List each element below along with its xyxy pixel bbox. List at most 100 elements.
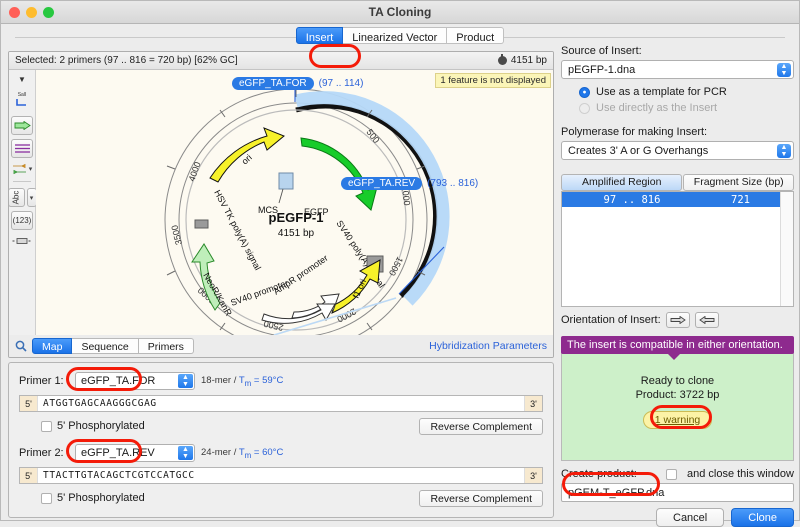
primer-callout-forward-label: eGFP_TA.FOR — [232, 77, 314, 90]
chevron-updown-icon[interactable]: ▲ ▼ — [178, 446, 193, 460]
primer-1-sequence[interactable]: ATGGTGAGCAAGGGCGAG — [38, 396, 524, 411]
chevron-updown-icon[interactable]: ▲ ▼ — [777, 144, 791, 158]
column-header-fragment-size[interactable]: Fragment Size (bp) — [683, 174, 794, 191]
primer-pair-icon[interactable]: ▾ — [11, 162, 33, 175]
primer-1-five-prime-cap: 5' — [20, 396, 38, 411]
primer-1-tm: Tm = 59°C — [238, 374, 284, 388]
radio-use-directly-icon — [579, 102, 590, 114]
primer-1-row: Primer 1: eGFP_TA.FOR ▲ ▼ 18-mer / Tm = 5… — [19, 371, 543, 391]
source-of-insert-value: pEGFP-1.dna — [568, 63, 636, 76]
primer-2-sequence[interactable]: TTACTTGTACAGCTCGTCCATGCC — [38, 468, 524, 483]
primer-1-name-combo[interactable]: eGFP_TA.FOR ▲ ▼ — [75, 372, 195, 390]
feature-egfp — [300, 137, 378, 211]
feature-grey-box-left — [194, 219, 209, 229]
product-name-input[interactable]: pGEM-T_eGFP.dna — [561, 483, 794, 502]
primer-2-name-combo[interactable]: eGFP_TA.REV ▲ ▼ — [75, 444, 195, 462]
orientation-forward-button[interactable] — [665, 312, 690, 328]
plasmid-length-group: 4151 bp — [497, 54, 547, 66]
hybridization-parameters-link[interactable]: Hybridization Parameters — [429, 340, 547, 352]
tick-3500: 3500 — [169, 224, 184, 246]
title-bar: TA Cloning — [1, 1, 799, 24]
tab-product[interactable]: Product — [447, 27, 505, 44]
cell-amplified-region: 97 .. 816 — [603, 193, 661, 206]
primer-1-phosphorylated-checkbox[interactable] — [41, 420, 52, 432]
window-title: TA Cloning — [368, 5, 432, 19]
translation-icon[interactable] — [11, 139, 33, 158]
tool-divider — [13, 181, 31, 182]
plasmid-map-canvas[interactable]: 1 feature is not displayed 500 1000 1500… — [36, 70, 553, 335]
plasmid-size: 4151 bp — [278, 228, 315, 239]
primer-callout-forward[interactable]: eGFP_TA.FOR (97 .. 114) — [232, 77, 363, 90]
view-tab-map[interactable]: Map — [32, 338, 73, 354]
ta-cloning-window: TA Cloning Insert Linearized Vector Prod… — [0, 0, 800, 527]
primer-2-reverse-complement-button[interactable]: Reverse Complement — [419, 489, 543, 507]
orientation-of-insert-row: Orientation of Insert: — [561, 312, 794, 328]
tab-linearized-vector[interactable]: Linearized Vector — [343, 27, 448, 44]
primer-2-phosphorylated-label: 5' Phosphorylated — [57, 492, 145, 504]
primer-2-tm: Tm = 60°C — [238, 446, 284, 460]
primer-1-length: 18-mer — [201, 374, 232, 386]
feature-ori: ori — [209, 127, 285, 183]
column-header-amplified-region[interactable]: Amplified Region — [561, 174, 683, 191]
abc-text-icon[interactable]: Abc — [9, 188, 25, 207]
selection-status-bar: Selected: 2 primers (97 .. 816 = 720 bp)… — [9, 52, 553, 70]
radio-use-as-template-row[interactable]: Use as a template for PCR — [579, 86, 794, 98]
create-product-row: Create product: and close this window — [561, 468, 794, 480]
primer-callout-forward-range: (97 .. 114) — [318, 78, 364, 89]
chevron-updown-icon[interactable]: ▲ ▼ — [777, 63, 791, 77]
map-body: ▼ SalI ▾ Abc ▾ (123) 1 feature is not di… — [9, 70, 553, 335]
orientation-of-insert-label: Orientation of Insert: — [561, 314, 661, 326]
primer-callout-reverse-label: eGFP_TA.REV — [341, 177, 423, 190]
primer-1-phosphorylated-label: 5' Phosphorylated — [57, 420, 145, 432]
enzyme-sall-icon[interactable]: SalI — [11, 90, 33, 112]
amplified-region-table-header: Amplified Region Fragment Size (bp) — [561, 174, 794, 191]
primer-2-phosphorylated-checkbox[interactable] — [41, 492, 52, 504]
orientation-reverse-button[interactable] — [694, 312, 719, 328]
view-tab-primers[interactable]: Primers — [138, 338, 194, 354]
ready-to-clone-text: Ready to clone — [640, 374, 715, 387]
cancel-button[interactable]: Cancel — [656, 508, 725, 527]
radio-use-directly-row: Use directly as the Insert — [579, 102, 794, 114]
tick-4000: 4000 — [186, 160, 202, 182]
primer-1-reverse-complement-button[interactable]: Reverse Complement — [419, 417, 543, 435]
feature-not-displayed-note: 1 feature is not displayed — [435, 73, 551, 88]
tab-list: Insert Linearized Vector Product — [1, 27, 799, 44]
and-close-checkbox[interactable] — [665, 468, 677, 480]
abc-dropdown-icon[interactable]: ▾ — [26, 188, 37, 207]
polymerase-label: Polymerase for making Insert: — [561, 126, 708, 138]
left-column: Selected: 2 primers (97 .. 816 = 720 bp)… — [8, 51, 554, 518]
chevron-updown-icon[interactable]: ▲ ▼ — [178, 374, 193, 388]
clone-button[interactable]: Clone — [731, 508, 794, 527]
numbers-icon[interactable]: (123) — [11, 211, 33, 230]
tick-500: 500 — [364, 127, 381, 145]
dialog-button-row: Cancel Clone — [561, 508, 794, 527]
tab-insert[interactable]: Insert — [295, 27, 344, 44]
radio-use-as-template-icon[interactable] — [579, 86, 590, 98]
primer-2-three-prime-cap: 3' — [524, 468, 542, 483]
primer-callout-reverse[interactable]: eGFP_TA.REV (793 .. 816) — [341, 177, 478, 190]
primer-2-sequence-box[interactable]: 5' TTACTTGTACAGCTCGTCCATGCC 3' — [19, 467, 543, 484]
filter-icon[interactable]: ▼ — [11, 73, 33, 86]
search-icon[interactable] — [15, 340, 27, 352]
feature-arrow-icon[interactable] — [11, 116, 33, 135]
primers-panel: Primer 1: eGFP_TA.FOR ▲ ▼ 18-mer / Tm = 5… — [8, 362, 554, 518]
amplified-region-list[interactable]: 97 .. 816 721 — [561, 191, 794, 307]
source-of-insert-label: Source of Insert: — [561, 45, 642, 57]
primer-1-sequence-box[interactable]: 5' ATGGTGAGCAAGGGCGAG 3' — [19, 395, 543, 412]
polymerase-combo[interactable]: Creates 3' A or G Overhangs ▲ ▼ — [561, 141, 794, 160]
and-close-group[interactable]: and close this window — [665, 468, 794, 480]
list-scrollbar[interactable] — [780, 192, 793, 306]
source-of-insert-combo[interactable]: pEGFP-1.dna ▲ ▼ — [561, 60, 794, 79]
view-tab-sequence[interactable]: Sequence — [72, 338, 139, 354]
polymerase-value: Creates 3' A or G Overhangs — [568, 144, 709, 157]
plasmid-name: pEGFP-1 — [269, 210, 324, 225]
ruler-icon[interactable] — [11, 234, 33, 247]
table-row[interactable]: 97 .. 816 721 — [562, 192, 793, 207]
radio-use-directly-label: Use directly as the Insert — [596, 102, 718, 114]
orientation-tooltip: The insert is compatible in either orien… — [561, 336, 794, 360]
tick-1500: 1500 — [387, 255, 405, 277]
warning-button[interactable]: 1 warning — [642, 410, 713, 429]
primer-2-length: 24-mer — [201, 446, 232, 458]
primer-callout-reverse-range: (793 .. 816) — [427, 178, 479, 189]
radio-use-as-template-label: Use as a template for PCR — [596, 86, 727, 98]
